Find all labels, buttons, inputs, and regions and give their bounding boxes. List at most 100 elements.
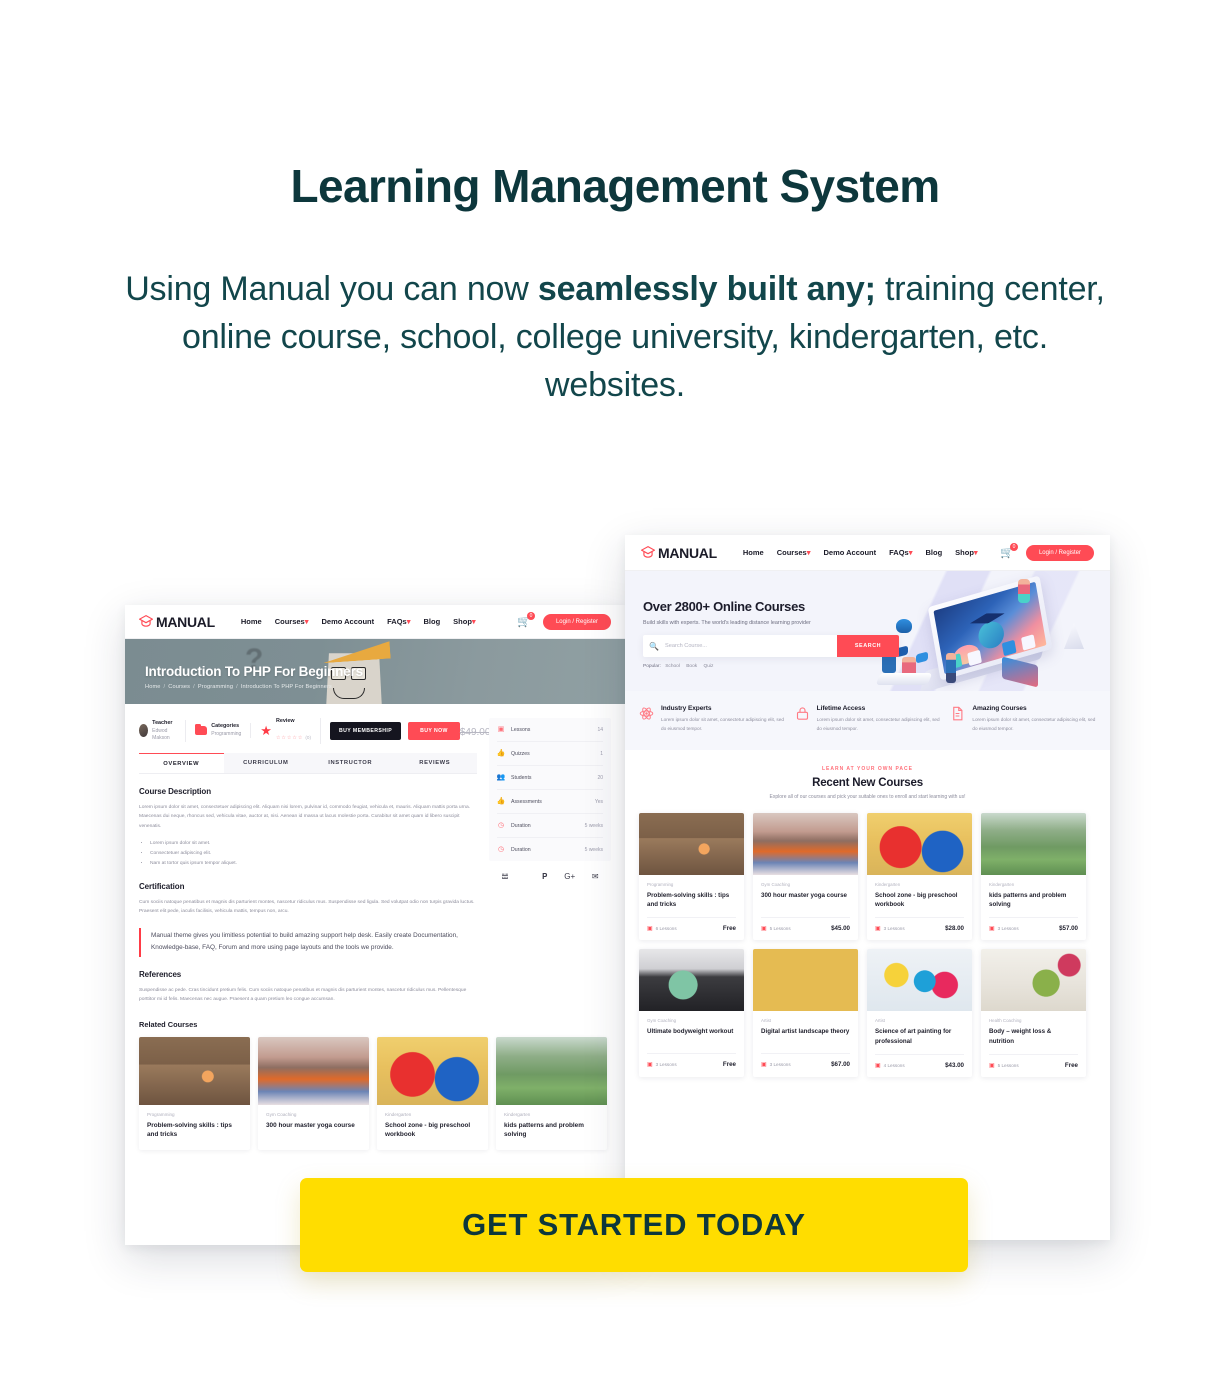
nav-item-home[interactable]: Home	[241, 617, 262, 626]
cart-icon[interactable]: 🛒 0	[517, 615, 531, 628]
tab-overview[interactable]: OVERVIEW	[139, 753, 224, 773]
breadcrumb-courses[interactable]: Courses	[168, 684, 190, 690]
login-register-button[interactable]: Login / Register	[1026, 545, 1094, 561]
meta-review: ★ Review ☆☆☆☆☆ (0)	[260, 718, 321, 744]
course-thumbnail	[139, 1037, 250, 1105]
course-card[interactable]: Gym Coaching 300 hour master yoga course…	[753, 813, 858, 941]
course-thumbnail	[258, 1037, 369, 1105]
list-item: Consectetuer adipiscing elit.	[150, 849, 477, 859]
course-title: kids patterns and problem solving	[989, 891, 1078, 910]
hero-illustration	[876, 577, 1106, 691]
thumb-up-icon: 👍	[497, 750, 505, 758]
course-card[interactable]: Artist Science of art painting for profe…	[867, 949, 972, 1077]
course-title: School zone - big preschool workbook	[875, 891, 964, 910]
search-button[interactable]: SEARCH	[837, 635, 899, 657]
buy-now-button[interactable]: BUY NOW	[408, 722, 460, 740]
search-icon: 🔍	[643, 635, 665, 657]
twitter-icon[interactable]: 𝌧	[501, 872, 508, 882]
buy-membership-button[interactable]: BUY MEMBERSHIP	[330, 722, 401, 740]
nav-item-home[interactable]: Home	[743, 548, 764, 557]
course-category: Artist	[761, 1018, 850, 1023]
related-course-card[interactable]: Kindergarten School zone - big preschool…	[377, 1037, 488, 1150]
nav-item-demo-account[interactable]: Demo Account	[823, 548, 876, 557]
course-card[interactable]: Health Coaching Body – weight loss & nut…	[981, 949, 1086, 1077]
meta-categories-value: Programming	[211, 731, 241, 738]
course-thumbnail	[753, 813, 858, 875]
related-course-card[interactable]: Programming Problem-solving skills : tip…	[139, 1037, 250, 1150]
course-thumbnail	[867, 949, 972, 1011]
course-card[interactable]: Kindergarten kids patterns and problem s…	[981, 813, 1086, 941]
clock-icon: ◷	[497, 822, 505, 830]
course-thumbnail	[981, 949, 1086, 1011]
document-icon	[950, 705, 965, 722]
course-price: $57.00	[1059, 925, 1078, 932]
tab-reviews[interactable]: REVIEWS	[393, 753, 478, 773]
mail-icon[interactable]: ✉	[592, 872, 599, 882]
cart-icon[interactable]: 🛒 0	[1000, 546, 1014, 559]
course-card[interactable]: Kindergarten School zone - big preschool…	[867, 813, 972, 941]
home-site-header: MANUAL Home Courses▾ Demo Account FAQs▾ …	[625, 535, 1110, 571]
course-meta-row: Teacher Edwod Makson Categories Programm…	[139, 718, 477, 753]
book-icon: ▣	[647, 925, 653, 932]
course-card[interactable]: Gym Coaching Ultimate bodyweight workout…	[639, 949, 744, 1077]
course-title: kids patterns and problem solving	[504, 1121, 599, 1140]
rating-stars[interactable]: ☆☆☆☆☆ (0)	[276, 726, 311, 744]
course-price: Free	[1065, 1062, 1078, 1069]
course-category: Artist	[875, 1018, 964, 1023]
feature-body: Lorem ipsum dolor sit amet, consectetur …	[817, 716, 941, 734]
nav-item-blog[interactable]: Blog	[424, 617, 441, 626]
nav-item-blog[interactable]: Blog	[926, 548, 943, 557]
course-title: School zone - big preschool workbook	[385, 1121, 480, 1140]
search-input[interactable]: Search Course...	[665, 635, 837, 657]
breadcrumb-home[interactable]: Home	[145, 684, 161, 690]
nav-item-courses[interactable]: Courses▾	[777, 548, 811, 557]
related-course-card[interactable]: Gym Coaching 300 hour master yoga course	[258, 1037, 369, 1150]
course-card[interactable]: Programming Problem-solving skills : tip…	[639, 813, 744, 941]
nav-item-courses[interactable]: Courses▾	[275, 617, 309, 626]
tab-instructor[interactable]: INSTRUCTOR	[308, 753, 393, 773]
meta-teacher: Teacher Edwod Makson	[139, 720, 186, 742]
info-label: Duration	[511, 823, 531, 829]
brand-logo[interactable]: MANUAL	[641, 545, 717, 561]
course-lessons: ▣ 5 Lessons	[989, 1062, 1019, 1069]
nav-item-demo-account[interactable]: Demo Account	[321, 617, 374, 626]
brand-logo[interactable]: MANUAL	[139, 614, 215, 630]
info-label: Duration	[511, 847, 531, 853]
course-body: Teacher Edwod Makson Categories Programm…	[125, 704, 625, 1005]
google-plus-icon[interactable]: G+	[564, 872, 575, 882]
related-course-card[interactable]: Kindergarten kids patterns and problem s…	[496, 1037, 607, 1150]
login-register-button[interactable]: Login / Register	[543, 614, 611, 630]
brand-name: MANUAL	[658, 545, 717, 561]
popular-tag-book[interactable]: Book	[686, 664, 697, 669]
illustration-table	[876, 673, 933, 685]
nav-item-shop[interactable]: Shop▾	[955, 548, 978, 557]
get-started-button[interactable]: GET STARTED TODAY	[300, 1178, 968, 1272]
breadcrumb-programming[interactable]: Programming	[198, 684, 233, 690]
course-card[interactable]: Artist Digital artist landscape theory ▣…	[753, 949, 858, 1077]
lock-icon	[795, 705, 810, 722]
info-value: 14	[597, 727, 603, 733]
popular-tags: Popular: School Book Quiz	[643, 664, 858, 669]
banner-text: Introduction To PHP For Beginners Home / C…	[145, 664, 363, 690]
courses-section-header: LEARN AT YOUR OWN PACE Recent New Course…	[625, 750, 1110, 800]
illustration-object	[896, 619, 912, 633]
course-price: Free	[723, 925, 736, 932]
course-info-box: ▣ Lessons 14 👍 Quizzes 1 👥 Students 20 👍…	[489, 718, 611, 861]
book-icon: ▣	[761, 1061, 767, 1068]
graduation-cap-icon	[641, 546, 655, 559]
nav-item-shop[interactable]: Shop▾	[453, 617, 476, 626]
hero-text-block: Learning Management System Using Manual …	[0, 0, 1230, 410]
feature-lifetime-access: Lifetime Access Lorem ipsum dolor sit am…	[795, 705, 941, 734]
price-original: $49.00	[460, 727, 491, 738]
info-label: Assessments	[511, 799, 542, 805]
course-tabs: OVERVIEW CURRICULUM INSTRUCTOR REVIEWS	[139, 753, 477, 774]
popular-tag-school[interactable]: School	[665, 664, 680, 669]
tab-curriculum[interactable]: CURRICULUM	[224, 753, 309, 773]
pinterest-icon[interactable]: 𝐏	[542, 872, 547, 882]
hero-title: Over 2800+ Online Courses	[643, 599, 858, 614]
certification-heading: Certification	[139, 882, 477, 891]
course-search-bar[interactable]: 🔍 Search Course... SEARCH	[643, 635, 899, 657]
nav-item-faqs[interactable]: FAQs▾	[889, 548, 912, 557]
nav-item-faqs[interactable]: FAQs▾	[387, 617, 410, 626]
popular-tag-quiz[interactable]: Quiz	[704, 664, 714, 669]
